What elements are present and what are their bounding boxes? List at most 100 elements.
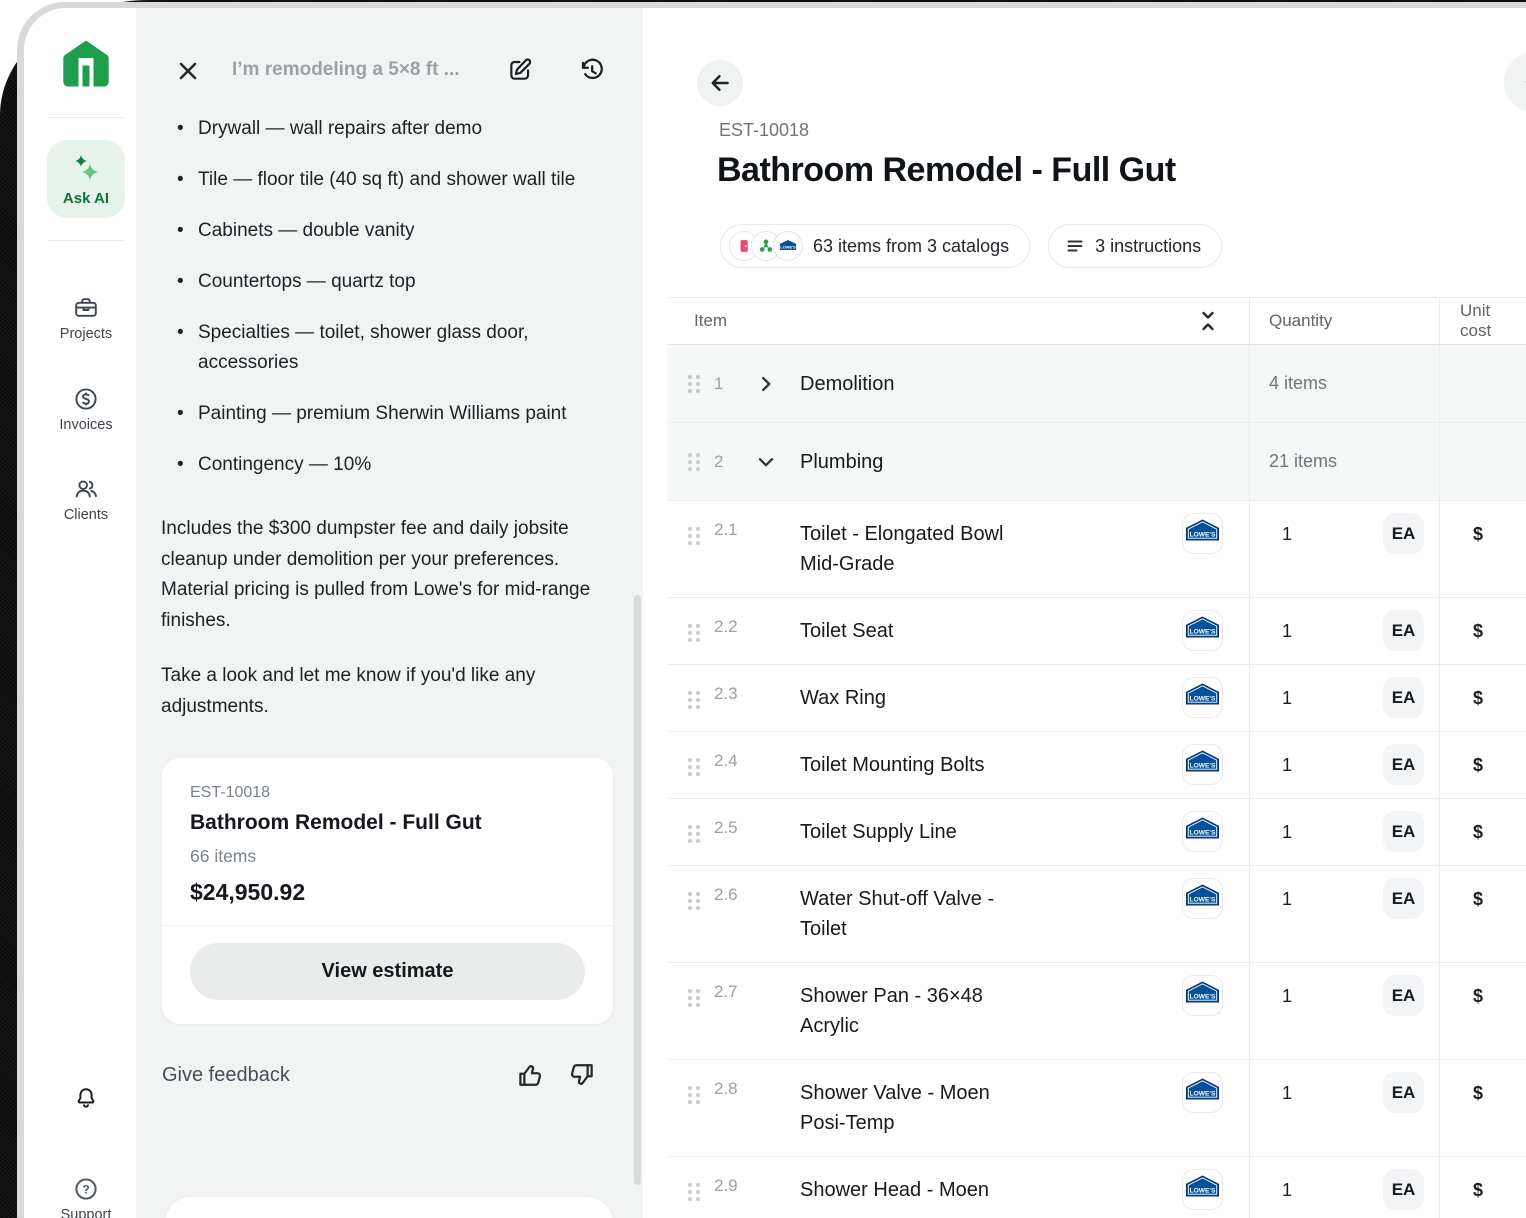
item-name[interactable]: Shower Pan - 36×48 Acrylic	[800, 963, 1028, 1059]
row-drag-handle[interactable]	[688, 758, 702, 776]
view-estimate-button[interactable]: View estimate	[190, 943, 585, 1000]
unit-cost-cell[interactable]: $	[1439, 501, 1526, 597]
chat-history-button[interactable]	[576, 55, 606, 85]
unit-badge[interactable]: EA	[1383, 878, 1424, 919]
group-row[interactable]: 2Plumbing21 items	[667, 423, 1526, 501]
thumbs-down-button[interactable]	[567, 1060, 599, 1092]
row-drag-handle[interactable]	[688, 527, 702, 545]
close-chat-button[interactable]	[173, 56, 203, 86]
item-row[interactable]: 2.8Shower Valve - Moen Posi-TempLOWE'S1E…	[667, 1060, 1526, 1157]
expand-group-chevron[interactable]	[755, 373, 800, 395]
unit-cost-cell[interactable]: $	[1439, 866, 1526, 962]
quantity-cell[interactable]: 1EA	[1249, 501, 1439, 597]
give-feedback-label[interactable]: Give feedback	[162, 1064, 290, 1087]
unit-badge[interactable]: EA	[1383, 610, 1424, 651]
group-name[interactable]: Plumbing	[800, 447, 883, 477]
svg-text:LOWE'S: LOWE'S	[1190, 993, 1216, 1000]
row-drag-handle[interactable]	[688, 825, 702, 843]
unit-badge[interactable]: EA	[1383, 975, 1424, 1016]
item-row[interactable]: 2.5Toilet Supply LineLOWE'S1EA$	[667, 799, 1526, 866]
item-name[interactable]: Toilet Seat	[800, 598, 893, 664]
row-drag-handle[interactable]	[688, 1086, 702, 1104]
sidebar-item-invoices[interactable]: Invoices	[36, 386, 136, 433]
unit-badge[interactable]: EA	[1383, 1169, 1424, 1210]
unit-cost-cell[interactable]	[1439, 423, 1526, 500]
item-name[interactable]: Shower Valve - Moen Posi-Temp	[800, 1060, 1028, 1156]
row-drag-handle[interactable]	[688, 892, 702, 910]
collapse-group-chevron[interactable]	[755, 451, 800, 473]
group-name[interactable]: Demolition	[800, 369, 894, 399]
instructions-chip-label: 3 instructions	[1095, 236, 1201, 257]
quantity-cell[interactable]: 1 EA	[1249, 1157, 1439, 1218]
item-name[interactable]: Toilet Mounting Bolts	[800, 732, 985, 798]
row-drag-handle[interactable]	[688, 375, 702, 393]
estimate-card: EST-10018 Bathroom Remodel - Full Gut 66…	[162, 758, 613, 1024]
unit-badge[interactable]: EA	[1383, 677, 1424, 718]
unit-cost-cell[interactable]: $	[1439, 1157, 1526, 1218]
quantity-cell[interactable]: 4 items	[1249, 345, 1439, 422]
quantity-cell[interactable]: 1EA	[1249, 598, 1439, 664]
item-row[interactable]: 2.7Shower Pan - 36×48 AcrylicLOWE'S1EA$	[667, 963, 1526, 1060]
quantity-cell[interactable]: 1EA	[1249, 866, 1439, 962]
quantity-cell[interactable]: 1EA	[1249, 732, 1439, 798]
row-drag-handle[interactable]	[688, 989, 702, 1007]
unit-cost-cell[interactable]: $	[1439, 598, 1526, 664]
item-name[interactable]: Toilet Supply Line	[800, 799, 957, 865]
lowes-vendor-badge: LOWE'S	[1182, 1169, 1223, 1210]
unit-badge[interactable]: EA	[1383, 513, 1424, 554]
chat-conversation-title[interactable]: I’m remodeling a 5×8 ft ...	[232, 59, 502, 81]
collapse-all-button[interactable]	[1197, 308, 1219, 334]
quantity-cell[interactable]: 1EA	[1249, 1060, 1439, 1156]
chat-scrollbar[interactable]	[634, 595, 641, 1185]
quantity-value: 1	[1282, 1169, 1292, 1211]
notifications-button[interactable]	[36, 1085, 136, 1111]
thumbs-up-button[interactable]	[515, 1060, 547, 1092]
item-row[interactable]: 2.1Toilet - Elongated Bowl Mid-GradeLOWE…	[667, 501, 1526, 598]
row-drag-handle[interactable]	[688, 624, 702, 642]
sidebar-item-clients[interactable]: Clients	[36, 476, 136, 523]
unit-badge[interactable]: EA	[1383, 744, 1424, 785]
bullet-item: Specialties — toilet, shower glass door,…	[198, 318, 628, 378]
row-drag-handle[interactable]	[688, 1183, 702, 1201]
item-name[interactable]: Toilet - Elongated Bowl Mid-Grade	[800, 501, 1028, 597]
quantity-cell[interactable]: 1EA	[1249, 799, 1439, 865]
item-name[interactable]: Shower Head - Moen	[800, 1157, 989, 1218]
item-row[interactable]: 2.4Toilet Mounting BoltsLOWE'S1EA$	[667, 732, 1526, 799]
quantity-cell[interactable]: 21 items	[1249, 423, 1439, 500]
row-drag-handle[interactable]	[688, 453, 702, 471]
item-row[interactable]: 2.9Shower Head - MoenLOWE'S1EA$	[667, 1157, 1526, 1218]
item-row[interactable]: 2.2Toilet SeatLOWE'S1EA$	[667, 598, 1526, 665]
feedback-row: Give feedback	[162, 1060, 613, 1094]
unit-cost-cell[interactable]: $	[1439, 799, 1526, 865]
catalogs-chip-label: 63 items from 3 catalogs	[813, 236, 1009, 257]
item-row[interactable]: 2.3Wax RingLOWE'S1EA$	[667, 665, 1526, 732]
item-row[interactable]: 2.6Water Shut-off Valve - ToiletLOWE'S1E…	[667, 866, 1526, 963]
back-button[interactable]	[697, 60, 743, 106]
quantity-cell[interactable]: 1EA	[1249, 963, 1439, 1059]
group-row[interactable]: 1Demolition4 items	[667, 345, 1526, 423]
unit-cost-cell[interactable]: $	[1439, 732, 1526, 798]
instructions-chip[interactable]: 3 instructions	[1048, 224, 1222, 268]
quantity-cell[interactable]: 1EA	[1249, 665, 1439, 731]
unit-cost-cell[interactable]: $	[1439, 1060, 1526, 1156]
unit-cost-cell[interactable]	[1439, 345, 1526, 422]
ask-ai-button[interactable]: Ask AI	[47, 140, 125, 218]
sidebar-item-support[interactable]: ? Support	[36, 1176, 136, 1218]
item-name[interactable]: Wax Ring	[800, 665, 886, 731]
item-cell: 2.8Shower Valve - Moen Posi-TempLOWE'S	[667, 1060, 1249, 1156]
chat-composer-input[interactable]	[165, 1197, 613, 1218]
new-chat-button[interactable]	[505, 55, 535, 85]
chat-header: I’m remodeling a 5×8 ft ...	[136, 8, 643, 108]
unit-cost-cell[interactable]: $	[1439, 963, 1526, 1059]
unit-cost-cell[interactable]: $	[1439, 665, 1526, 731]
unit-badge[interactable]: EA	[1383, 1072, 1424, 1113]
row-drag-handle[interactable]	[688, 691, 702, 709]
panel-corner-button[interactable]	[1504, 52, 1526, 112]
row-number: 2.1	[714, 501, 800, 540]
sidebar-item-projects[interactable]: Projects	[36, 295, 136, 342]
item-name[interactable]: Water Shut-off Valve - Toilet	[800, 866, 1028, 962]
row-number: 2.4	[714, 732, 800, 771]
unit-badge[interactable]: EA	[1383, 811, 1424, 852]
catalogs-chip[interactable]: LOWE'S 63 items from 3 catalogs	[720, 224, 1030, 268]
handoff-house-logo[interactable]	[60, 38, 112, 90]
